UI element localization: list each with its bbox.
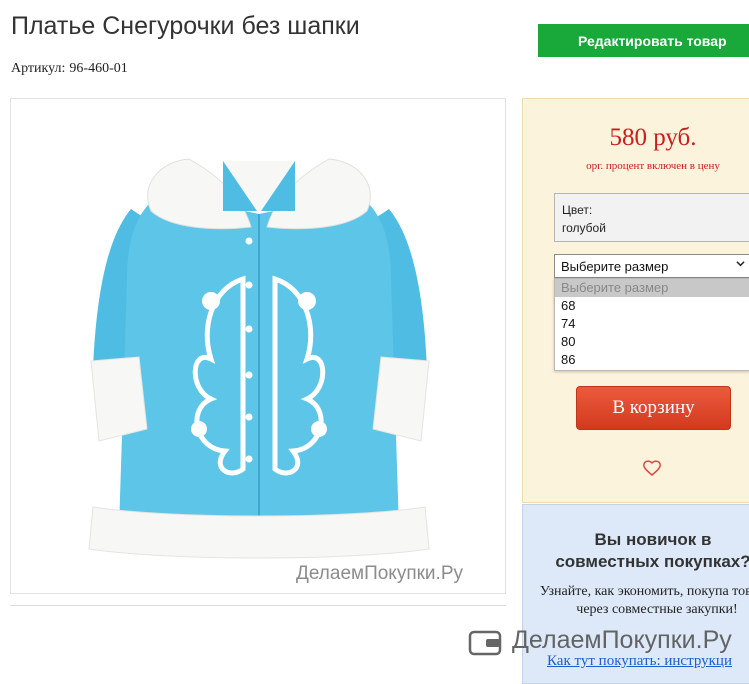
divider	[10, 605, 506, 606]
product-price: 580 руб.	[609, 124, 697, 151]
brand-logo: ДелаемПокупки.Ру	[468, 626, 749, 658]
heart-icon[interactable]	[642, 459, 662, 477]
price-note: орг. процент включен в цену	[586, 160, 720, 172]
product-sku: Артикул: 96-460-01	[11, 61, 128, 77]
image-watermark: ДелаемПокупки.Ру	[296, 563, 464, 584]
size-option[interactable]: 74	[555, 315, 749, 333]
brand-name: ДелаемПокупки.Ру	[512, 626, 732, 654]
size-select[interactable]: Выберите размер	[554, 254, 749, 278]
size-dropdown[interactable]: Выберите размер 68 74 80 86	[554, 278, 749, 371]
add-to-cart-button[interactable]: В корзину	[576, 386, 731, 430]
chevron-down-icon	[736, 261, 745, 267]
size-option[interactable]: Выберите размер	[555, 279, 749, 297]
sku-value: 96-460-01	[69, 61, 128, 76]
product-title: Платье Снегурочки без шапки	[11, 12, 360, 40]
edit-product-button[interactable]: Редактировать товар	[538, 24, 749, 57]
color-selector[interactable]: Цвет: голубой	[554, 193, 749, 242]
size-select-value: Выберите размер	[561, 259, 669, 274]
sku-label: Артикул:	[11, 61, 66, 76]
color-label: Цвет:	[562, 203, 593, 217]
product-image[interactable]	[10, 98, 506, 594]
newbie-title: Вы новичок в совместных покупках?	[555, 530, 749, 571]
wallet-icon	[468, 630, 502, 656]
color-value: голубой	[562, 221, 606, 235]
size-option[interactable]: 80	[555, 333, 749, 351]
size-option[interactable]: 86	[555, 351, 749, 369]
newbie-text: Узнайте, как экономить, покупа товары че…	[539, 584, 749, 617]
coat-illustration	[88, 158, 430, 559]
size-option[interactable]: 68	[555, 297, 749, 315]
